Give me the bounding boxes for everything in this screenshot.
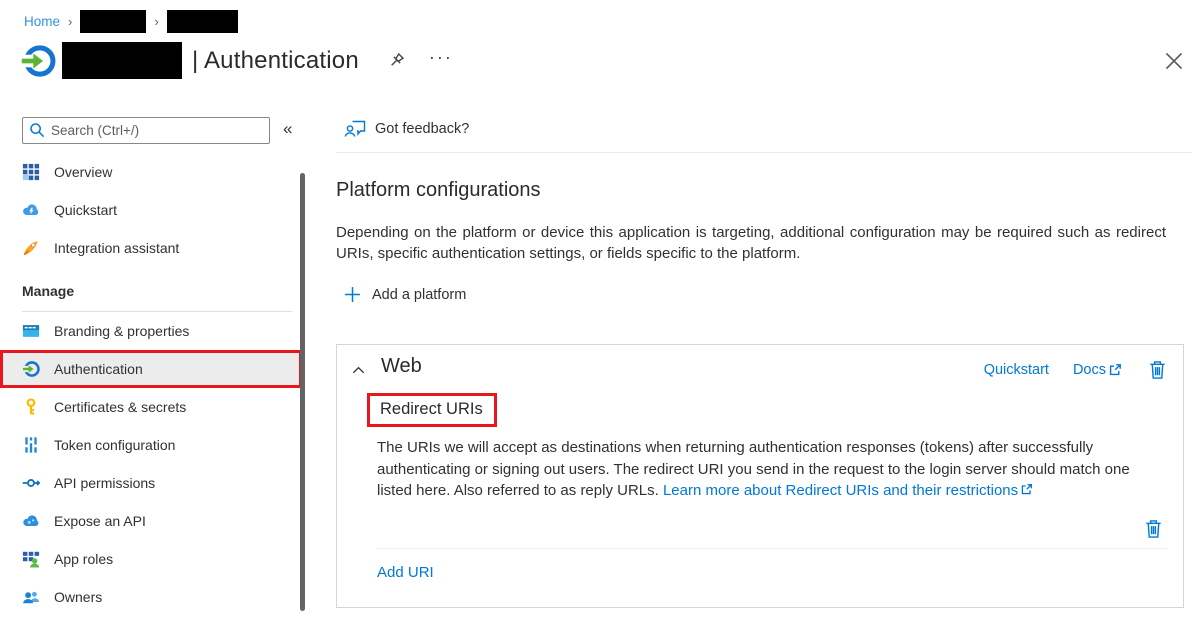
app-registration-icon: [20, 43, 56, 79]
uri-list-divider: [377, 548, 1167, 549]
overview-icon: [22, 163, 40, 181]
breadcrumb: Home › ›: [24, 10, 238, 33]
sidebar-item-token-configuration[interactable]: Token configuration: [0, 426, 312, 464]
learn-more-label: Learn more about Redirect URIs and their…: [663, 482, 1018, 499]
breadcrumb-separator: ›: [154, 14, 158, 29]
add-platform-label: Add a platform: [372, 287, 466, 303]
sidebar-item-label: API permissions: [54, 475, 155, 491]
collapse-sidebar-icon[interactable]: «: [283, 119, 292, 139]
sliders-icon: [22, 436, 40, 454]
page-title: | Authentication: [192, 47, 359, 75]
authentication-blade: Home › › | Authentication ···: [0, 0, 1200, 621]
sidebar-item-expose-api[interactable]: Expose an API: [0, 502, 312, 540]
branding-icon: [22, 322, 40, 340]
sidebar-scrollbar[interactable]: [300, 173, 305, 611]
search-box: [22, 117, 270, 144]
authentication-icon: [22, 360, 40, 378]
sidebar-item-label: Authentication: [54, 361, 143, 377]
learn-more-link[interactable]: Learn more about Redirect URIs and their…: [663, 482, 1033, 499]
got-feedback-label: Got feedback?: [375, 121, 469, 137]
external-link-icon: [1020, 483, 1033, 496]
quickstart-icon: [22, 201, 40, 219]
got-feedback-button[interactable]: Got feedback?: [344, 118, 469, 140]
sidebar-item-certificates[interactable]: Certificates & secrets: [0, 388, 312, 426]
sidebar-item-integration-assistant[interactable]: Integration assistant: [0, 229, 312, 267]
redirect-uris-description: The URIs we will accept as destinations …: [377, 437, 1133, 502]
delete-platform-icon[interactable]: [1148, 359, 1167, 380]
sidebar-item-overview[interactable]: Overview: [0, 153, 312, 191]
web-card-title: Web: [381, 355, 422, 378]
key-icon: [22, 398, 40, 416]
quickstart-link[interactable]: Quickstart: [984, 362, 1049, 378]
chevron-up-icon[interactable]: [351, 363, 366, 378]
sidebar-item-label: Integration assistant: [54, 240, 179, 256]
delete-uri-icon[interactable]: [1144, 518, 1163, 539]
redacted-breadcrumb-item[interactable]: [167, 10, 238, 33]
toolbar-divider: [336, 152, 1192, 153]
sidebar-item-authentication[interactable]: Authentication: [0, 350, 302, 388]
owners-icon: [22, 588, 40, 606]
sidebar-item-label: Owners: [54, 589, 102, 605]
web-card-links: Quickstart Docs: [984, 359, 1167, 380]
redirect-uris-heading: Redirect URIs: [367, 393, 497, 427]
breadcrumb-separator: ›: [68, 14, 72, 29]
redacted-breadcrumb-item[interactable]: [80, 10, 146, 33]
sidebar-item-label: Quickstart: [54, 202, 117, 218]
platform-configurations-heading: Platform configurations: [336, 179, 541, 202]
search-input[interactable]: [22, 117, 270, 144]
sidebar-item-label: Token configuration: [54, 437, 175, 453]
platform-configurations-description: Depending on the platform or device this…: [336, 222, 1166, 264]
sidebar-item-app-roles[interactable]: App roles: [0, 540, 312, 578]
sidebar-item-branding[interactable]: Branding & properties: [0, 312, 312, 350]
sidebar-item-label: Overview: [54, 164, 112, 180]
sidebar-item-quickstart[interactable]: Quickstart: [0, 191, 312, 229]
sidebar-item-label: Certificates & secrets: [54, 399, 186, 415]
plus-icon: [344, 286, 361, 303]
pin-icon[interactable]: [387, 51, 407, 71]
add-platform-button[interactable]: Add a platform: [344, 286, 466, 303]
app-roles-icon: [22, 550, 40, 568]
sidebar-item-label: App roles: [54, 551, 113, 567]
docs-link-label: Docs: [1073, 362, 1106, 378]
search-icon: [29, 122, 45, 138]
sidebar-item-label: Branding & properties: [54, 323, 189, 339]
sidebar-item-owners[interactable]: Owners: [0, 578, 312, 616]
sidebar-section-manage: Manage: [0, 267, 312, 311]
blade-header: | Authentication ···: [20, 42, 453, 79]
breadcrumb-home-link[interactable]: Home: [24, 14, 60, 29]
add-uri-link[interactable]: Add URI: [377, 564, 434, 581]
web-platform-card: Web Quickstart Docs Redirect URIs The UR…: [336, 344, 1184, 608]
sidebar-item-label: Expose an API: [54, 513, 146, 529]
rocket-icon: [22, 239, 40, 257]
more-options-icon[interactable]: ···: [429, 52, 453, 70]
cloud-api-icon: [22, 512, 40, 530]
sidebar-item-api-permissions[interactable]: API permissions: [0, 464, 312, 502]
sidebar-nav: Overview Quickstart Integration assistan…: [0, 153, 312, 616]
redacted-app-name: [62, 42, 182, 79]
api-permissions-icon: [22, 474, 40, 492]
external-link-icon: [1108, 363, 1122, 377]
feedback-icon: [344, 118, 366, 140]
sidebar: « Overview Quickstart: [0, 100, 312, 621]
docs-link[interactable]: Docs: [1073, 362, 1122, 378]
close-icon[interactable]: [1163, 50, 1185, 72]
